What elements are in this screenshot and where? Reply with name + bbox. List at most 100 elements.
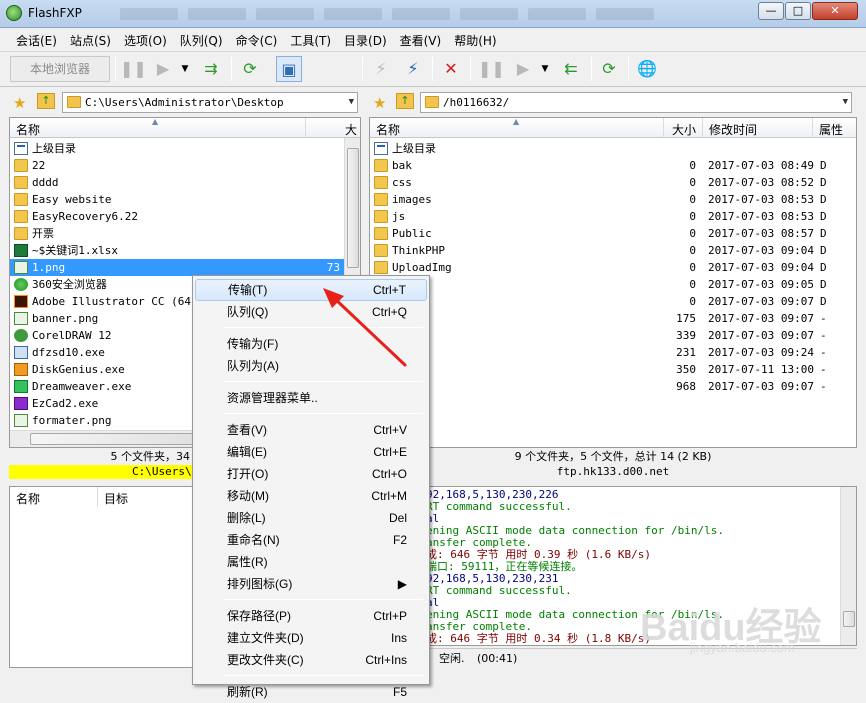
context-menu-item[interactable]: 传输(T) Ctrl+T bbox=[195, 279, 427, 301]
chevron-down-icon[interactable]: ▼ bbox=[843, 93, 848, 112]
refresh-icon[interactable]: ⟳ bbox=[237, 56, 263, 82]
context-menu-item[interactable]: 资源管理器菜单.. bbox=[195, 387, 427, 409]
file-attributes: - bbox=[820, 363, 827, 376]
local-browser-toggle-icon[interactable]: ▣ bbox=[276, 56, 302, 82]
context-menu-item[interactable]: 删除(L) Del bbox=[195, 507, 427, 529]
folder-icon bbox=[14, 193, 28, 206]
file-name: 360安全浏览器 bbox=[32, 278, 107, 291]
context-menu-item[interactable]: 建立文件夹(D) Ins bbox=[195, 627, 427, 649]
menu-item-shortcut: Ctrl+Ins bbox=[365, 653, 407, 667]
remote-status: 9 个文件夹，5 个文件，总计 14 (2 KB) bbox=[514, 450, 712, 463]
column-header-modified[interactable]: 修改时间 bbox=[703, 118, 813, 138]
file-row[interactable]: 上级目录 bbox=[10, 140, 344, 157]
file-row[interactable]: ess1752017-07-03 09:07- bbox=[370, 310, 856, 327]
file-row[interactable]: Easy website bbox=[10, 191, 344, 208]
menu-item[interactable]: 查看(V) bbox=[394, 29, 449, 50]
context-menu-item[interactable]: 编辑(E) Ctrl+E bbox=[195, 441, 427, 463]
file-row[interactable]: css 0 2017-07-03 08:52 D bbox=[370, 174, 856, 191]
file-name: Easy website bbox=[32, 193, 112, 206]
local-path-input[interactable]: C:\Users\Administrator\Desktop ▼ bbox=[62, 92, 358, 113]
abort-icon[interactable]: ✕ bbox=[438, 56, 464, 82]
parent-folder-icon[interactable]: ↑ bbox=[37, 93, 55, 109]
site-manager-icon[interactable]: 🌐 bbox=[634, 56, 660, 82]
favorites-star-icon[interactable]: ★ bbox=[373, 94, 386, 112]
context-menu-item[interactable]: 移动(M) Ctrl+M bbox=[195, 485, 427, 507]
local-browser-button[interactable]: 本地浏览器 bbox=[10, 56, 110, 82]
menu-item[interactable]: 帮助(H) bbox=[448, 29, 503, 50]
file-row[interactable]: ThinkPHP 0 2017-07-03 09:04 D bbox=[370, 242, 856, 259]
menu-item[interactable]: 队列(Q) bbox=[174, 29, 230, 50]
file-row[interactable]: 开票 bbox=[10, 225, 344, 242]
file-name: EasyRecovery6.22 bbox=[32, 210, 138, 223]
file-row[interactable]: php3502017-07-11 13:00- bbox=[370, 361, 856, 378]
column-header-size[interactable]: 大小 bbox=[664, 118, 703, 138]
favorites-star-icon[interactable]: ★ bbox=[13, 94, 26, 112]
file-row[interactable]: js 0 2017-07-03 08:53 D bbox=[370, 208, 856, 225]
file-modified: 2017-07-03 08:53 bbox=[708, 193, 814, 206]
menu-item[interactable]: 目录(D) bbox=[338, 29, 394, 50]
maximize-button[interactable]: □ bbox=[785, 2, 811, 20]
menu-item[interactable]: 会话(E) bbox=[10, 29, 64, 50]
file-row[interactable]: bak 0 2017-07-03 08:49 D bbox=[370, 157, 856, 174]
pause-icon[interactable]: ❚❚ bbox=[478, 56, 505, 82]
file-row[interactable]: EasyRecovery6.22 bbox=[10, 208, 344, 225]
file-row[interactable]: images 0 2017-07-03 08:53 D bbox=[370, 191, 856, 208]
png-icon bbox=[14, 414, 28, 427]
sort-up-icon: ▲ bbox=[152, 117, 159, 126]
file-row[interactable]: dddd bbox=[10, 174, 344, 191]
pause-icon[interactable]: ❚❚ bbox=[120, 56, 147, 82]
context-menu-item[interactable]: 查看(V) Ctrl+V bbox=[195, 419, 427, 441]
context-menu-item[interactable]: 传输为(F) bbox=[195, 333, 427, 355]
transfer-icon[interactable]: ⇉ bbox=[198, 56, 224, 82]
remote-file-list[interactable]: 名称 ▲ 大小 修改时间 属性 上级目录 bak 0 2017-07-03 08:49… bbox=[369, 117, 857, 448]
file-row[interactable]: 1.png 73 bbox=[10, 259, 344, 276]
context-menu-item[interactable]: 属性(R) bbox=[195, 551, 427, 573]
chevron-down-icon[interactable]: ▼ bbox=[349, 93, 354, 112]
dropdown-arrow-icon[interactable]: ▼ bbox=[538, 56, 552, 82]
go-icon[interactable]: ▶ bbox=[150, 56, 176, 82]
menu-item[interactable]: 命令(C) bbox=[230, 29, 285, 50]
file-row[interactable]: Public 0 2017-07-03 08:57 D bbox=[370, 225, 856, 242]
context-menu-item[interactable]: 保存路径(P) Ctrl+P bbox=[195, 605, 427, 627]
file-row[interactable]: php3392017-07-03 09:07- bbox=[370, 327, 856, 344]
menu-item-shortcut: Ctrl+M bbox=[371, 489, 407, 503]
context-menu-item[interactable]: 重命名(N) F2 bbox=[195, 529, 427, 551]
file-row[interactable]: ~$关键词1.xlsx bbox=[10, 242, 344, 259]
file-row[interactable]: ng02017-07-03 09:07D bbox=[370, 293, 856, 310]
menu-item[interactable]: 工具(T) bbox=[284, 29, 338, 50]
disconnect-icon[interactable]: ⚡ bbox=[400, 56, 426, 82]
menu-separator bbox=[223, 327, 423, 328]
file-size: 0 bbox=[689, 227, 696, 240]
file-row[interactable]: UploadImg 0 2017-07-03 09:04 D bbox=[370, 259, 856, 276]
file-row[interactable]: 22 bbox=[10, 157, 344, 174]
file-row[interactable]: php2312017-07-03 09:24- bbox=[370, 344, 856, 361]
menu-separator bbox=[223, 599, 423, 600]
context-menu-item[interactable]: 刷新(R) F5 bbox=[195, 681, 427, 703]
dropdown-arrow-icon[interactable]: ▼ bbox=[178, 56, 192, 82]
remote-path-input[interactable]: /h0116632/ ▼ bbox=[420, 92, 852, 113]
context-menu-item[interactable]: 更改文件夹(C) Ctrl+Ins bbox=[195, 649, 427, 671]
context-menu-item[interactable]: 打开(O) Ctrl+O bbox=[195, 463, 427, 485]
close-button[interactable]: ✕ bbox=[812, 2, 858, 20]
queue-column-name[interactable]: 名称 bbox=[10, 487, 98, 507]
file-row[interactable]: 0 2017-07-03 09:05 D bbox=[370, 276, 856, 293]
context-menu-item[interactable]: 队列为(A) bbox=[195, 355, 427, 377]
scrollbar-thumb[interactable] bbox=[347, 148, 359, 268]
transfer-icon[interactable]: ⇇ bbox=[558, 56, 584, 82]
context-menu-item[interactable]: 队列(Q) Ctrl+Q bbox=[195, 301, 427, 323]
go-icon[interactable]: ▶ bbox=[510, 56, 536, 82]
scrollbar-thumb[interactable] bbox=[843, 611, 855, 627]
parent-folder-icon[interactable]: ↑ bbox=[396, 93, 414, 109]
refresh-icon[interactable]: ⟳ bbox=[596, 56, 622, 82]
connect-icon[interactable]: ⚡ bbox=[368, 56, 394, 82]
menu-separator bbox=[223, 381, 423, 382]
file-row[interactable]: fig9682017-07-03 09:07- bbox=[370, 378, 856, 395]
column-header-size[interactable]: 大 bbox=[306, 118, 360, 138]
menu-item[interactable]: 选项(O) bbox=[118, 29, 174, 50]
file-row[interactable]: 上级目录 bbox=[370, 140, 856, 157]
minimize-button[interactable]: — bbox=[758, 2, 784, 20]
context-menu-item[interactable]: 排列图标(G) ▶ bbox=[195, 573, 427, 595]
column-header-attributes[interactable]: 属性 bbox=[813, 118, 856, 138]
menu-item[interactable]: 站点(S) bbox=[64, 29, 118, 50]
vertical-scrollbar[interactable] bbox=[840, 487, 856, 645]
